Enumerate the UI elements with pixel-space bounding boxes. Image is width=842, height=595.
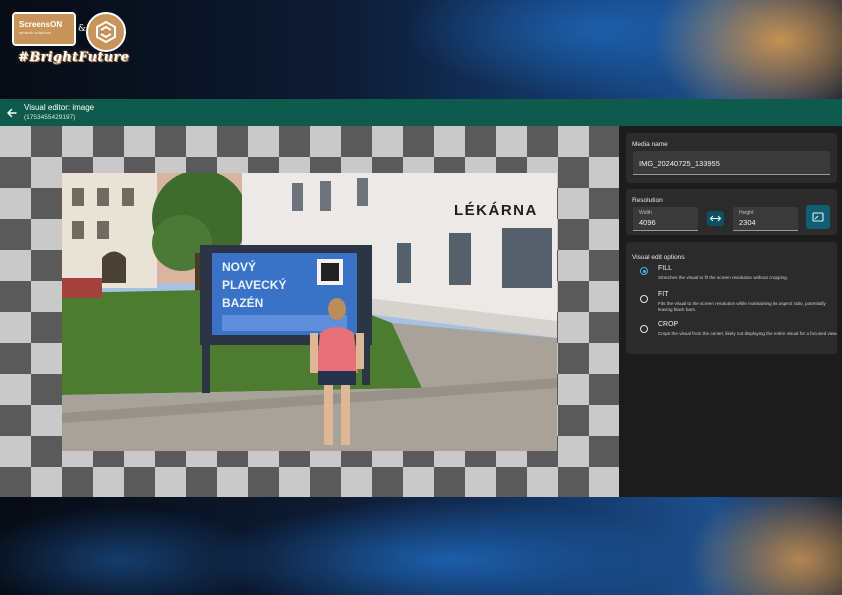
settings-panel: Media name IMG_20240725_133955 Resolutio… <box>619 126 842 497</box>
media-name-card: Media name IMG_20240725_133955 <box>626 133 837 183</box>
media-id: (1753455429197) <box>24 114 76 121</box>
aspect-ratio-icon[interactable] <box>806 205 830 229</box>
visual-edit-title: Visual edit options <box>632 254 685 261</box>
fit-radio[interactable] <box>640 295 648 303</box>
crop-option-desc: Crops the visual from the center, likely… <box>658 331 838 336</box>
height-input[interactable]: Height 2304 <box>733 207 798 231</box>
crop-radio[interactable] <box>640 325 648 333</box>
option-fit[interactable]: FIT Fits the visual to the screen resolu… <box>633 291 833 317</box>
arrow-left-icon[interactable] <box>5 106 19 120</box>
crop-option-name: CROP <box>658 321 679 328</box>
sign-line-3: BAZÉN <box>222 295 263 310</box>
resolution-title: Resolution <box>632 197 663 204</box>
fit-option-name: FIT <box>658 291 669 298</box>
preview-canvas: LÉKÁRNA NOVÝ PLAVECKÝ BAZÉN <box>0 126 619 497</box>
width-label: Width <box>639 210 652 216</box>
brand-logo: ScreensON network solutions & #BrightFut… <box>12 12 129 74</box>
width-value: 4096 <box>639 218 656 227</box>
fill-option-desc: Stretches the visual to fit the screen r… <box>658 275 788 280</box>
preview-image: LÉKÁRNA NOVÝ PLAVECKÝ BAZÉN <box>62 173 557 451</box>
fill-option-name: FILL <box>658 265 673 272</box>
height-value: 2304 <box>739 218 756 227</box>
height-label: Height <box>739 210 754 216</box>
visual-editor-window: Visual editor: image (1753455429197) LÉK… <box>0 99 842 497</box>
fit-option-desc: Fits the visual to the screen resolution… <box>658 301 826 312</box>
visual-edit-card: Visual edit options FILL Stretches the v… <box>626 242 838 354</box>
resolution-card: Resolution Width 4096 Height 2304 <box>626 189 837 235</box>
media-name-label: Media name <box>632 141 668 148</box>
logo-ampersand: & <box>78 24 87 34</box>
building-sign-text: LÉKÁRNA <box>454 202 538 219</box>
header-bar: Visual editor: image (1753455429197) <box>0 99 842 126</box>
media-name-input[interactable]: IMG_20240725_133955 <box>633 151 830 175</box>
media-name-value: IMG_20240725_133955 <box>639 159 720 168</box>
sign-line-2: PLAVECKÝ <box>222 277 286 292</box>
page-title: Visual editor: image <box>24 103 95 112</box>
sign-line-1: NOVÝ <box>222 259 256 274</box>
fill-radio[interactable] <box>640 267 648 275</box>
option-crop[interactable]: CROP Crops the visual from the center, l… <box>633 321 838 347</box>
partner-logo-icon <box>86 12 126 52</box>
logo-subtitle: network solutions <box>19 31 52 35</box>
width-input[interactable]: Width 4096 <box>633 207 698 231</box>
logo-name: ScreensON <box>19 20 63 29</box>
option-fill[interactable]: FILL Stretches the visual to fit the scr… <box>633 265 833 287</box>
swap-horizontal-icon[interactable] <box>707 211 724 226</box>
screenson-logo: ScreensON network solutions <box>12 12 76 46</box>
hashtag-text: #BrightFuture <box>18 50 130 65</box>
